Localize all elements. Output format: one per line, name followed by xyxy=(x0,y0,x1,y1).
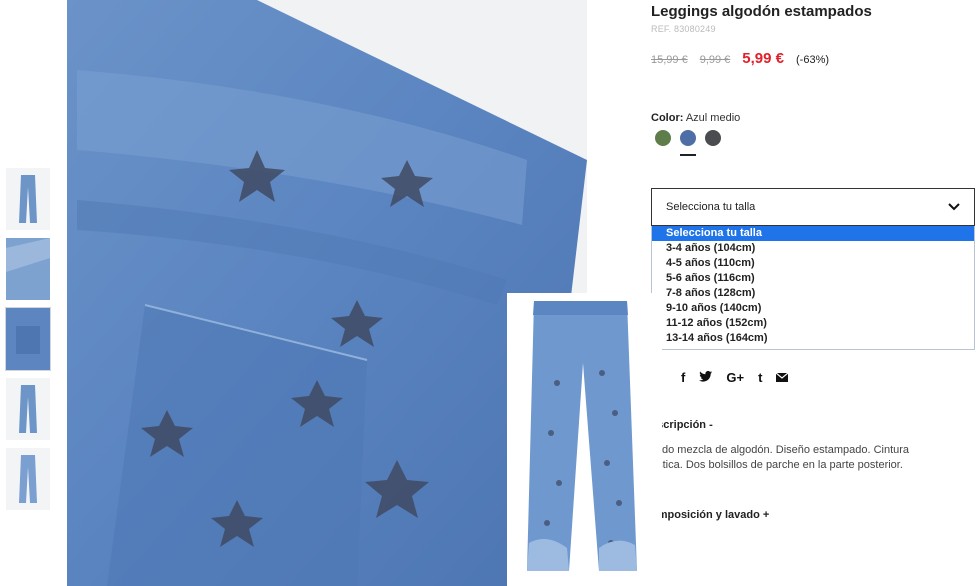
email-icon[interactable] xyxy=(776,370,789,385)
size-option[interactable]: Selecciona tu talla xyxy=(652,226,974,241)
description-line: ástica. Dos bolsillos de parche en la pa… xyxy=(651,459,903,471)
tumblr-icon[interactable]: t xyxy=(758,370,762,385)
size-option[interactable]: 11-12 años (152cm) xyxy=(652,316,974,331)
facebook-icon[interactable]: f xyxy=(681,370,685,385)
price-block: 15,99 € 9,99 € 5,99 € (-63%) xyxy=(651,50,829,67)
discount-badge: (-63%) xyxy=(796,54,830,66)
size-option[interactable]: 9-10 años (140cm) xyxy=(652,301,974,316)
description-line: ejido mezcla de algodón. Diseño estampad… xyxy=(651,444,910,456)
size-option[interactable]: 3-4 años (104cm) xyxy=(652,241,974,256)
selected-swatch-indicator xyxy=(680,154,696,156)
size-option[interactable]: 7-8 años (128cm) xyxy=(652,286,974,301)
thumbnail-fabric[interactable] xyxy=(6,238,50,300)
size-select-value: Selecciona tu talla xyxy=(666,201,756,213)
color-label-title: Color: xyxy=(651,112,684,124)
swatch-gris[interactable] xyxy=(705,130,721,146)
thumbnail-back[interactable] xyxy=(6,448,50,510)
size-select[interactable]: Selecciona tu talla xyxy=(651,188,975,226)
price-original: 15,99 € xyxy=(651,54,688,66)
swatch-verde[interactable] xyxy=(655,130,671,146)
product-info-panel: Leggings algodón estampados REF. 8308024… xyxy=(651,0,978,586)
description-text: ejido mezcla de algodón. Diseño estampad… xyxy=(651,443,951,473)
composition-toggle[interactable]: omposición y lavado + xyxy=(651,509,769,521)
thumbnail-strip xyxy=(5,168,51,518)
twitter-icon[interactable] xyxy=(699,370,713,385)
thumbnail-back-pocket[interactable] xyxy=(5,307,51,371)
product-title: Leggings algodón estampados xyxy=(651,3,872,20)
color-label: Color: Azul medio xyxy=(651,112,740,124)
price-sale: 5,99 € xyxy=(742,50,785,67)
price-previous: 9,99 € xyxy=(699,54,731,66)
share-bar: f G+ t xyxy=(651,370,802,385)
swatch-azul-medio[interactable] xyxy=(680,130,696,146)
google-plus-icon[interactable]: G+ xyxy=(726,370,744,385)
size-dropdown-list: Selecciona tu talla 3-4 años (104cm) 4-5… xyxy=(651,226,975,350)
product-reference: REF. 83080249 xyxy=(651,24,716,34)
thumbnail-front-2[interactable] xyxy=(6,378,50,440)
color-value: Azul medio xyxy=(685,112,741,124)
color-swatches xyxy=(655,130,730,146)
thumbnail-front[interactable] xyxy=(6,168,50,230)
hover-zoom-card xyxy=(507,293,662,586)
chevron-down-icon xyxy=(948,199,960,215)
size-option[interactable]: 5-6 años (116cm) xyxy=(652,271,974,286)
size-option[interactable]: 4-5 años (110cm) xyxy=(652,256,974,271)
size-option[interactable]: 13-14 años (164cm) xyxy=(652,331,974,346)
